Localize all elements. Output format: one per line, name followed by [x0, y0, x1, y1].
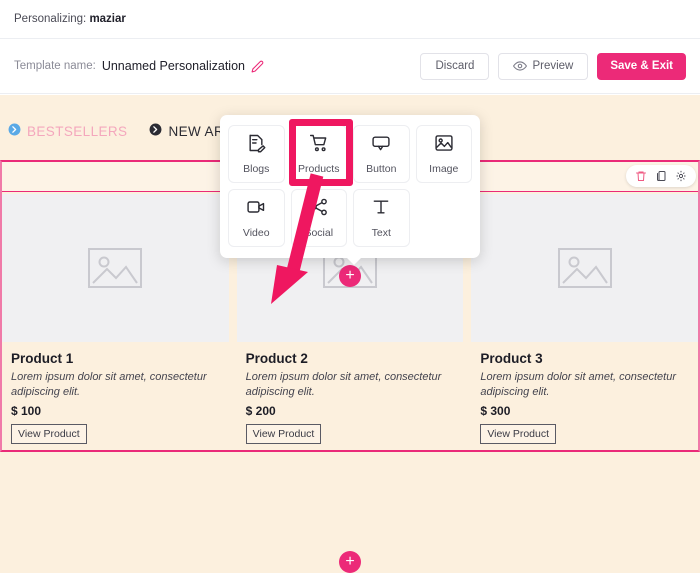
shopping-cart-icon: [309, 133, 329, 158]
product-card-body: Product 2 Lorem ipsum dolor sit amet, co…: [237, 342, 464, 445]
widget-label-products: Products: [298, 163, 340, 175]
image-picture-icon: [434, 133, 454, 158]
nav-label-bestsellers: BESTSELLERS: [27, 123, 128, 139]
save-label: Save & Exit: [610, 60, 673, 72]
add-block-top-button[interactable]: +: [339, 265, 361, 287]
product-card[interactable]: Product 3 Lorem ipsum dolor sit amet, co…: [471, 194, 699, 450]
view-product-button[interactable]: View Product: [245, 424, 322, 445]
discard-button[interactable]: Discard: [420, 52, 490, 80]
eye-icon: [513, 59, 528, 73]
circle-arrow-right-icon: [149, 123, 162, 139]
product-description: Lorem ipsum dolor sit amet, consectetur …: [245, 371, 442, 399]
save-and-exit-button[interactable]: Save & Exit: [597, 52, 686, 80]
text-t-icon: [371, 197, 391, 222]
widget-label-blogs: Blogs: [243, 163, 270, 175]
delete-icon[interactable]: [635, 170, 647, 182]
template-toolbar: Template name: Unnamed Personalization D…: [0, 39, 700, 94]
personalizing-bar: Personalizing: maziar: [0, 0, 700, 39]
template-name-label: Template name:: [14, 60, 96, 72]
personalizing-user: maziar: [89, 13, 126, 25]
product-price: $ 200: [245, 404, 276, 419]
section-toolbar: [626, 165, 696, 187]
add-block-bottom-button[interactable]: +: [339, 551, 361, 573]
product-title: Product 1: [11, 351, 74, 366]
widget-option-blogs[interactable]: Blogs: [228, 125, 285, 183]
settings-gear-icon[interactable]: [675, 170, 687, 182]
product-description: Lorem ipsum dolor sit amet, consectetur …: [480, 371, 676, 399]
personalizing-label: Personalizing: maziar: [14, 13, 126, 25]
button-chat-icon: [371, 133, 391, 158]
nav-item-bestsellers[interactable]: BESTSELLERS: [8, 123, 127, 139]
product-description: Lorem ipsum dolor sit amet, consectetur …: [11, 371, 207, 399]
widget-grid: Blogs Products Button Image Video Social…: [228, 125, 472, 247]
blog-note-icon: [246, 133, 266, 158]
widget-label-button: Button: [366, 163, 397, 175]
personalizing-prefix: Personalizing:: [14, 13, 87, 25]
panel-tail: [346, 257, 362, 265]
widget-option-products[interactable]: Products: [290, 125, 347, 183]
template-name-value: Unnamed Personalization: [101, 59, 245, 73]
view-product-button[interactable]: View Product: [11, 424, 87, 445]
widget-label-image: Image: [429, 163, 459, 175]
widget-label-social: Social: [304, 227, 334, 239]
plus-icon: +: [345, 553, 355, 570]
preview-button[interactable]: Preview: [498, 52, 589, 80]
widget-option-button[interactable]: Button: [353, 125, 410, 183]
product-card-body: Product 1 Lorem ipsum dolor sit amet, co…: [2, 342, 229, 445]
widget-label-text: Text: [371, 227, 391, 239]
product-card[interactable]: Product 1 Lorem ipsum dolor sit amet, co…: [2, 194, 229, 450]
product-title: Product 3: [480, 351, 543, 366]
pencil-icon[interactable]: [251, 60, 264, 73]
widget-option-image[interactable]: Image: [415, 125, 472, 183]
preview-label: Preview: [532, 60, 574, 72]
share-social-icon: [309, 197, 329, 222]
circle-arrow-right-icon: [8, 123, 21, 139]
video-camera-icon: [246, 197, 266, 222]
product-price: $ 100: [11, 404, 42, 419]
product-image-placeholder: [471, 194, 699, 342]
widget-option-video[interactable]: Video: [228, 189, 285, 247]
category-nav: BESTSELLERS NEW ARRIVA: [8, 123, 256, 139]
product-image-placeholder: [2, 194, 229, 342]
widget-option-social[interactable]: Social: [290, 189, 347, 247]
product-price: $ 300: [480, 404, 511, 419]
widget-option-text[interactable]: Text: [353, 189, 410, 247]
discard-label: Discard: [435, 60, 475, 72]
view-product-button[interactable]: View Product: [480, 424, 557, 445]
product-title: Product 2: [245, 351, 308, 366]
plus-icon: +: [345, 267, 355, 284]
widget-label-video: Video: [242, 227, 270, 239]
product-card-body: Product 3 Lorem ipsum dolor sit amet, co…: [471, 342, 698, 445]
widget-picker-panel: Blogs Products Button Image Video Social…: [220, 115, 480, 265]
duplicate-icon[interactable]: [655, 170, 667, 182]
